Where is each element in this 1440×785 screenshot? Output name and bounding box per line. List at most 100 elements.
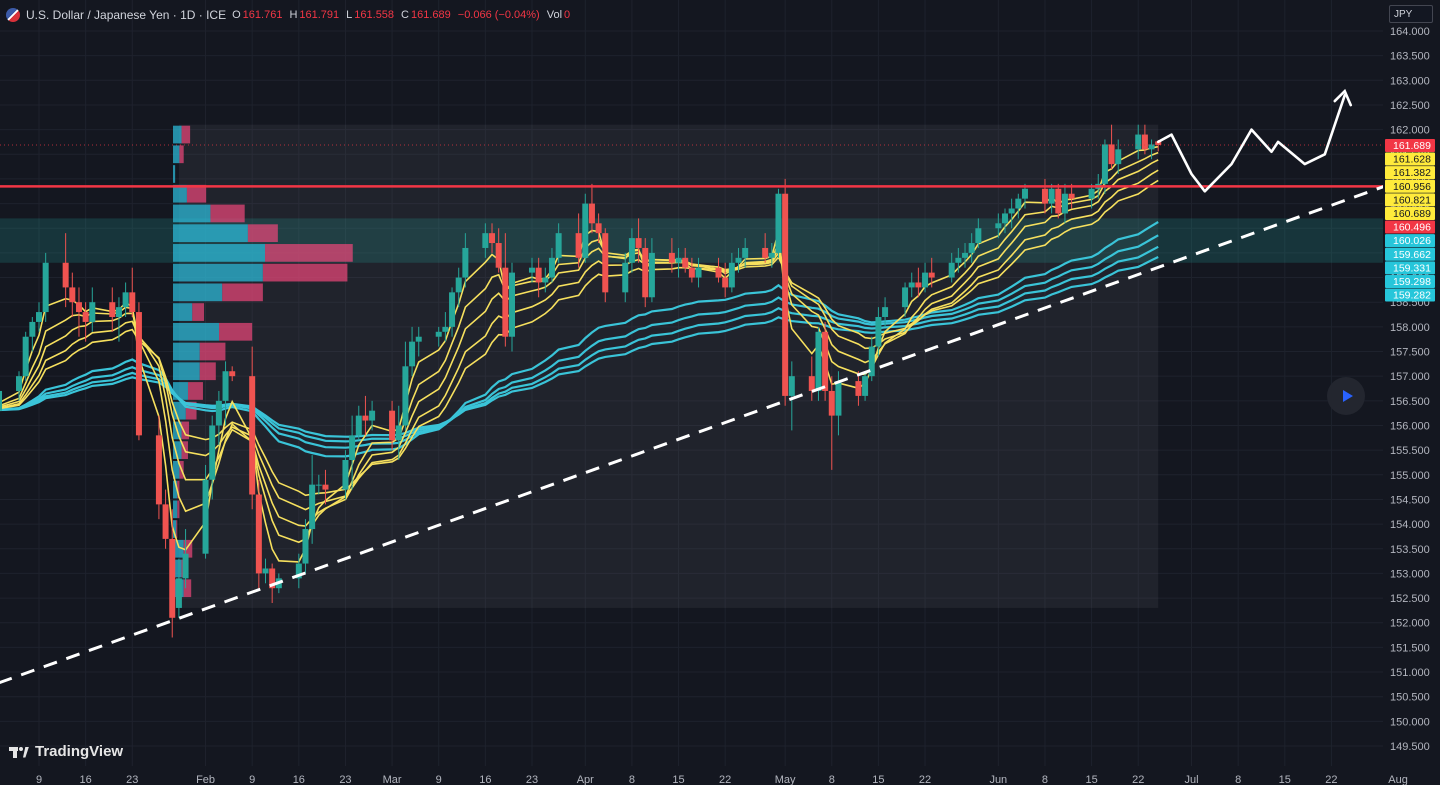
time-tick-label: Mar	[383, 774, 402, 785]
candle-up	[835, 381, 842, 416]
candle-up	[1048, 188, 1055, 204]
profile-bar-up	[173, 342, 200, 361]
price-tick-label: 155.000	[1390, 470, 1430, 482]
usd-jpy-flag-icon	[6, 8, 20, 22]
candle-up	[735, 257, 742, 263]
candle-up	[675, 257, 682, 263]
price-tick-label: 156.000	[1390, 420, 1430, 432]
candle-down	[682, 257, 689, 268]
candle-up	[742, 247, 749, 258]
candle-down	[75, 302, 82, 313]
candle-up	[922, 272, 929, 288]
candle-up	[555, 233, 562, 258]
time-tick-label: Jul	[1184, 774, 1198, 785]
candle-down	[855, 381, 862, 396]
volume-value: 0	[564, 9, 571, 21]
time-tick-label: 23	[126, 774, 138, 785]
time-axis[interactable]: 9 16 23 Feb 9 16 23 Mar 9 16 23 Apr 8 15 22 May 8 15 22 Jun…	[36, 774, 1408, 785]
profile-bar-up	[173, 283, 223, 302]
replay-button[interactable]	[1327, 377, 1365, 415]
candle-up	[1135, 134, 1142, 150]
candle-up	[449, 292, 456, 327]
candle-down	[595, 223, 602, 234]
candle-up	[875, 317, 882, 347]
candle-up	[36, 312, 42, 322]
candle-up	[955, 257, 962, 263]
candle-down	[535, 267, 542, 283]
candle-down	[1041, 188, 1048, 204]
currency-button[interactable]: JPY	[1389, 5, 1433, 23]
candle-down	[688, 267, 695, 278]
candle-up	[462, 247, 469, 278]
price-tick-label: 163.500	[1390, 51, 1430, 63]
profile-bar-down	[199, 342, 226, 361]
price-tick-label: 154.000	[1390, 519, 1430, 531]
tradingview-logo-icon	[9, 745, 31, 759]
time-tick-label: 8	[629, 774, 635, 785]
price-label: 159.331	[1393, 262, 1431, 274]
low-label: L	[346, 9, 353, 21]
time-tick-label: 15	[1279, 774, 1291, 785]
candle-up	[222, 371, 229, 401]
candle-up	[509, 272, 516, 337]
open-value: 161.761	[242, 9, 283, 21]
candlestick-chart[interactable]: 164.000 163.500 163.000 162.500 162.000 161.5…	[0, 0, 1440, 785]
candle-down	[722, 277, 729, 288]
profile-bar-up	[173, 263, 263, 282]
candle-down	[229, 371, 236, 377]
profile-bar-down	[187, 382, 203, 400]
price-tick-label: 163.000	[1390, 75, 1430, 87]
profile-bar-up	[173, 204, 211, 223]
projection-path	[1156, 93, 1347, 193]
candle-up	[628, 238, 635, 263]
profile-bar-up	[173, 165, 176, 183]
time-tick-label: Jun	[989, 774, 1007, 785]
price-label: 160.821	[1393, 194, 1431, 206]
candle-down	[782, 193, 789, 396]
time-tick-label: 8	[829, 774, 835, 785]
candle-down	[495, 243, 502, 268]
profile-bar-down	[183, 579, 192, 598]
price-tick-label: 149.500	[1390, 741, 1430, 753]
time-tick-label: 15	[1085, 774, 1097, 785]
candle-down	[635, 238, 642, 248]
price-label: 160.026	[1393, 235, 1431, 247]
price-label: 160.956	[1393, 181, 1431, 193]
candle-up	[975, 228, 982, 244]
candle-up	[622, 262, 629, 293]
candle-up	[122, 292, 129, 308]
candle-up	[815, 331, 822, 391]
candle-down	[575, 233, 582, 258]
candle-up	[355, 415, 362, 436]
candle-down	[715, 267, 722, 278]
candle-down	[642, 247, 649, 298]
candle-up	[902, 287, 909, 308]
time-tick-label: 8	[1235, 774, 1241, 785]
candle-down	[588, 203, 595, 224]
candle-down	[169, 538, 176, 618]
time-tick-label: 23	[526, 774, 538, 785]
symbol-title[interactable]: U.S. Dollar / Japanese Yen · 1D · ICE	[26, 8, 226, 22]
profile-bar-down	[247, 224, 278, 243]
candle-up	[482, 233, 489, 248]
profile-bar-down	[210, 204, 245, 223]
logo-text: TradingView	[35, 743, 124, 760]
candle-up	[528, 267, 535, 273]
tradingview-logo[interactable]: TradingView	[9, 743, 123, 760]
time-tick-label: Feb	[196, 774, 215, 785]
time-tick-label: 22	[919, 774, 931, 785]
candle-down	[62, 262, 69, 288]
price-axis[interactable]: 164.000163.500163.000162.500162.000161.5…	[1383, 0, 1440, 785]
profile-bar-up	[173, 224, 248, 243]
candle-up	[995, 223, 1002, 229]
time-tick-label: 22	[1325, 774, 1337, 785]
profile-bar-down	[219, 322, 253, 341]
candle-down	[162, 504, 169, 539]
candle-up	[455, 277, 462, 293]
candle-up	[768, 252, 775, 258]
candle-down	[1108, 144, 1115, 165]
candle-up	[948, 262, 955, 278]
symbol-header: U.S. Dollar / Japanese Yen · 1D · ICE O1…	[6, 6, 570, 24]
profile-bar-down	[181, 125, 191, 144]
candle-up	[16, 376, 23, 391]
